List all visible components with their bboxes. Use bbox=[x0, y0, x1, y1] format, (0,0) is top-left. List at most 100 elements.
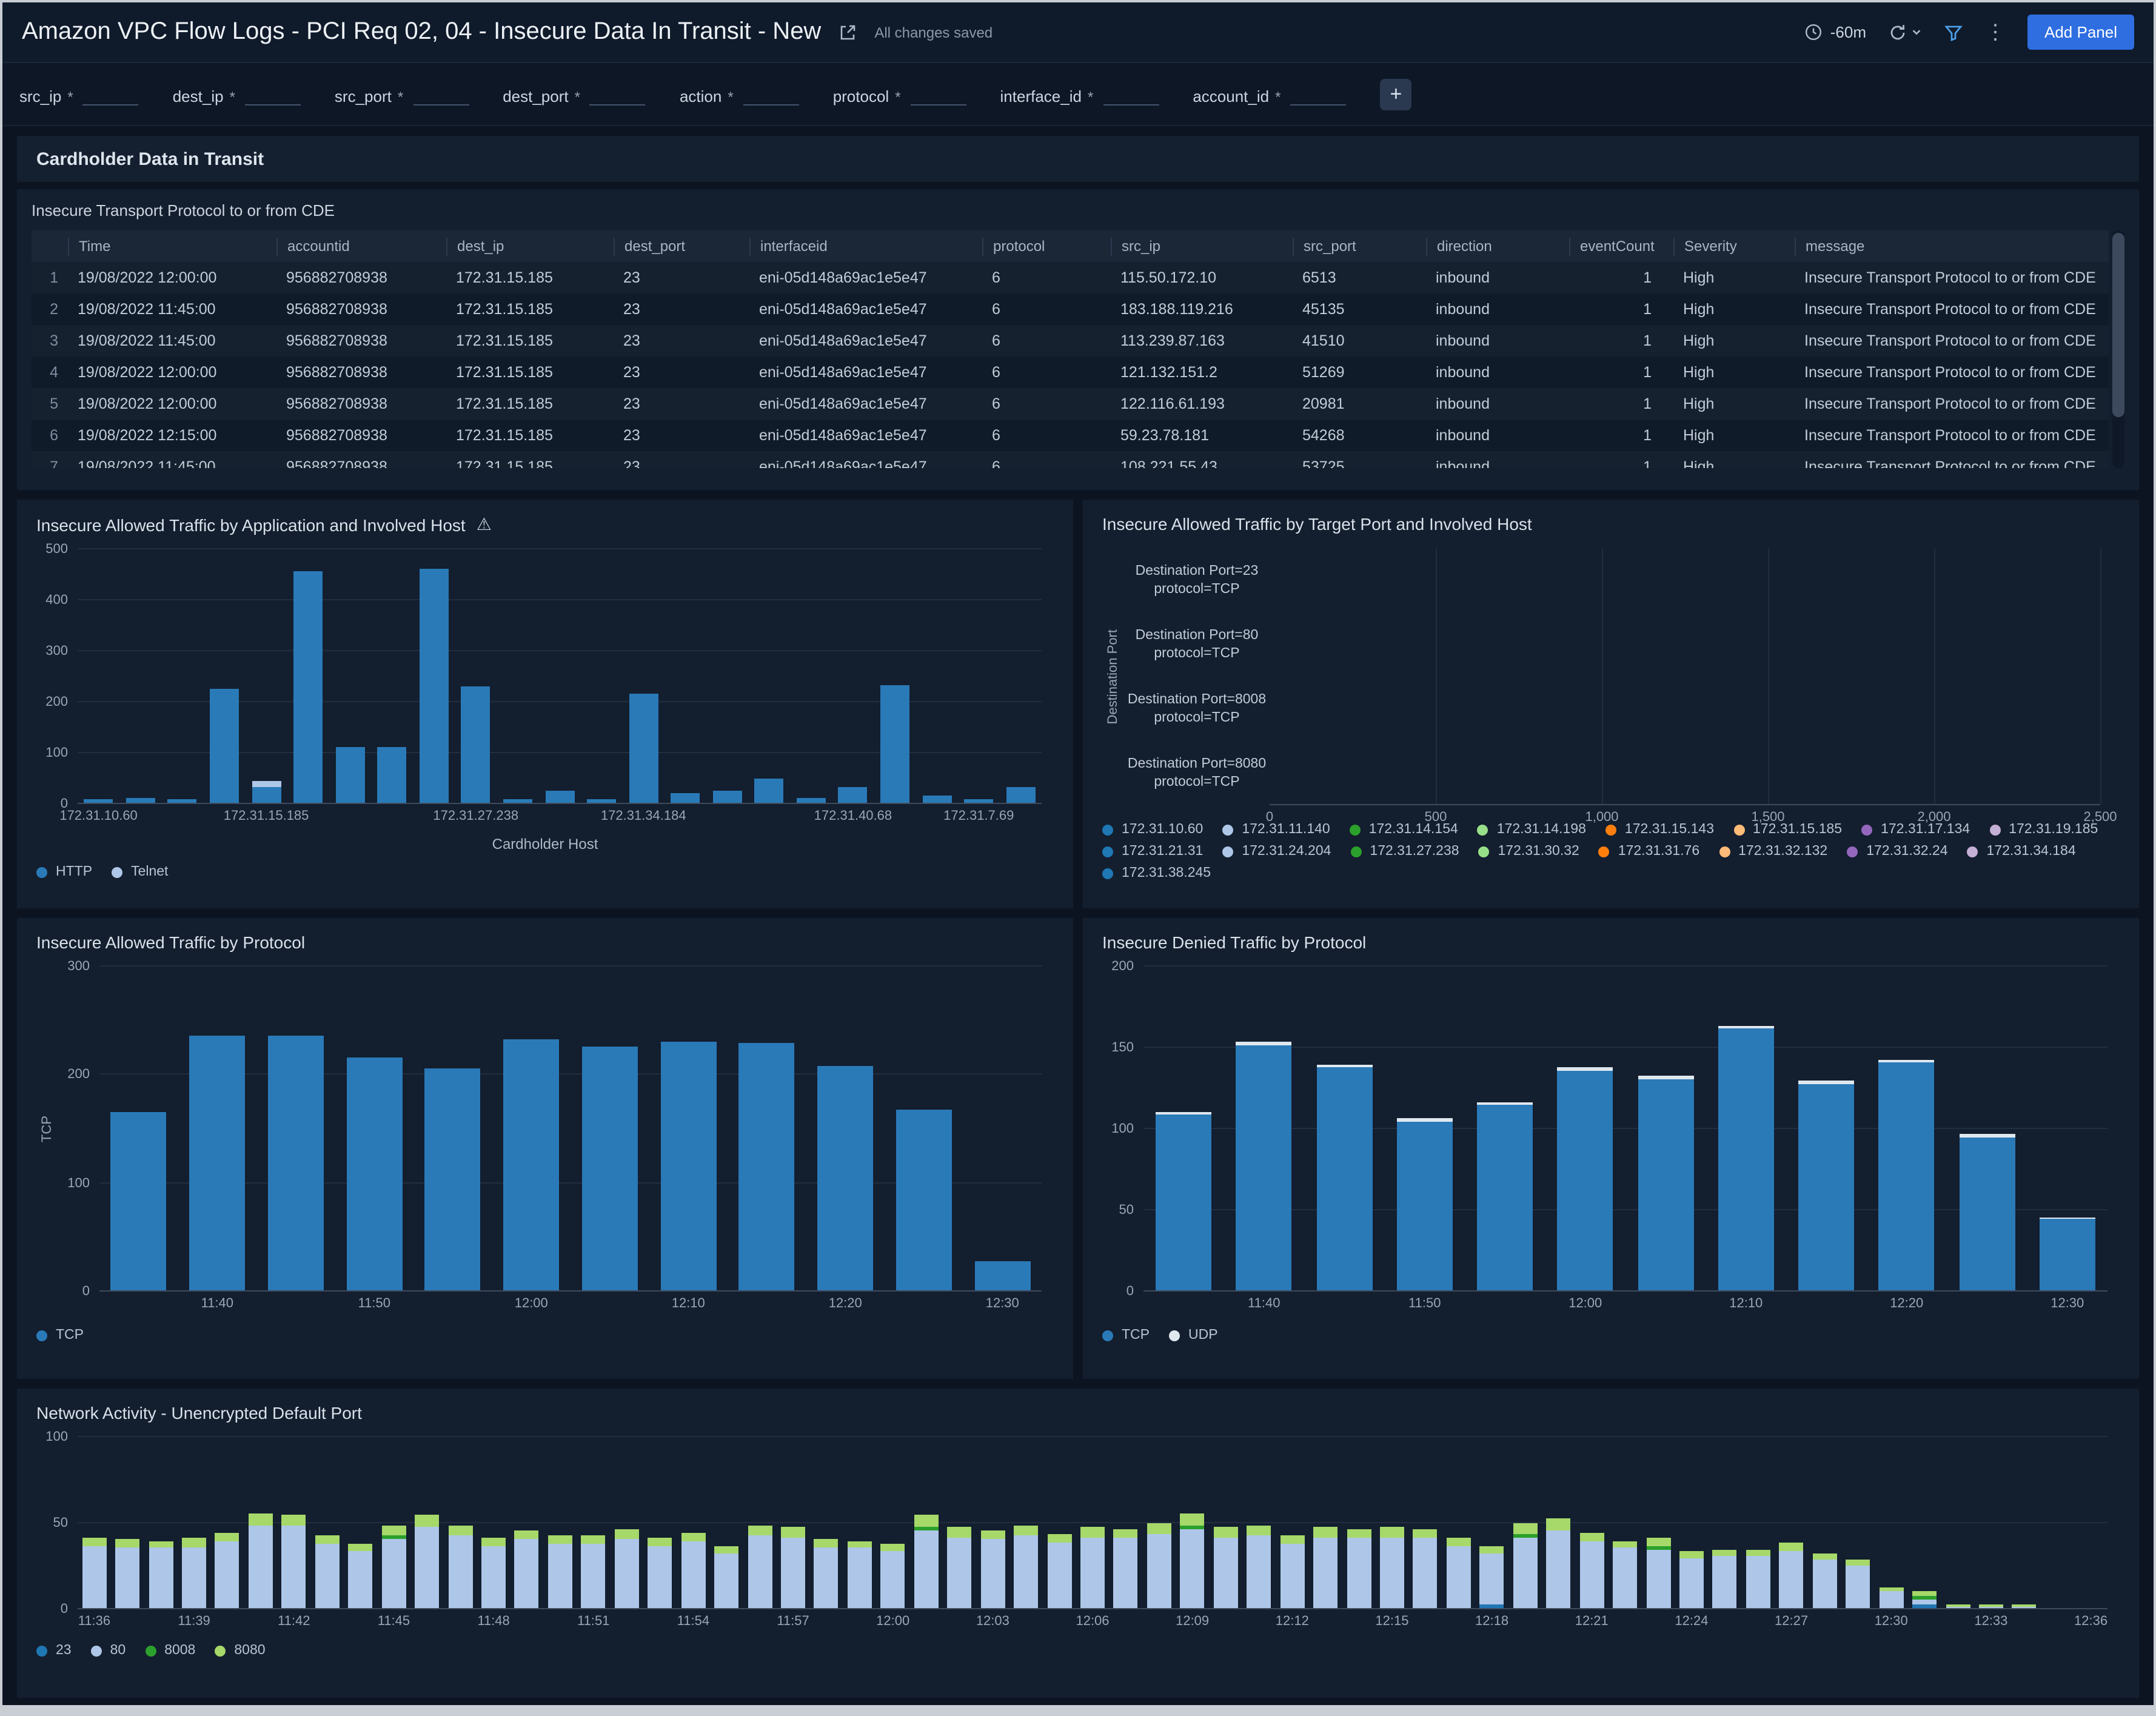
filter-fields: src_ip*dest_ip*src_port*dest_port*action… bbox=[19, 83, 1380, 105]
legend-item-Telnet[interactable]: Telnet bbox=[112, 865, 168, 879]
legend-item-172.31.31.76[interactable]: 172.31.31.76 bbox=[1599, 844, 1699, 859]
column-header-eventCount[interactable]: eventCount bbox=[1569, 237, 1673, 255]
legend-item-23[interactable]: 23 bbox=[36, 1643, 72, 1658]
bar-segment-TCP bbox=[425, 1068, 481, 1290]
table-row[interactable]: 319/08/2022 11:45:00956882708938172.31.1… bbox=[32, 325, 2109, 357]
cell-src_ip: 108.221.55.43 bbox=[1111, 458, 1293, 468]
chart-plot[interactable]: 05001,0001,5002,0002,500 bbox=[1270, 548, 2100, 805]
chart-plot[interactable]: 11:4011:5012:0012:1012:2012:30 bbox=[1143, 967, 2107, 1292]
time-range-value: -60m bbox=[1830, 23, 1866, 41]
legend-item-HTTP[interactable]: HTTP bbox=[36, 865, 92, 879]
required-asterisk: * bbox=[1088, 88, 1093, 105]
column-header-message[interactable]: message bbox=[1795, 237, 2109, 255]
filter-input-dest_port[interactable] bbox=[590, 83, 646, 105]
column-header-dest_port[interactable]: dest_port bbox=[614, 237, 749, 255]
column-header-direction[interactable]: direction bbox=[1426, 237, 1569, 255]
table-scrollbar-thumb[interactable] bbox=[2112, 233, 2124, 417]
legend-item-TCP[interactable]: TCP bbox=[1102, 1328, 1150, 1342]
legend-item-172.31.15.185[interactable]: 172.31.15.185 bbox=[1733, 822, 1842, 837]
column-header-protocol[interactable]: protocol bbox=[982, 237, 1111, 255]
filter-input-src_port[interactable] bbox=[413, 83, 469, 105]
column-header-src_ip[interactable]: src_ip bbox=[1111, 237, 1293, 255]
share-icon[interactable] bbox=[838, 22, 857, 42]
time-range-selector[interactable]: -60m bbox=[1805, 23, 1866, 41]
legend-item-172.31.14.198[interactable]: 172.31.14.198 bbox=[1478, 822, 1586, 837]
kebab-menu[interactable]: ⋮ bbox=[1985, 22, 2006, 42]
legend-item-UDP[interactable]: UDP bbox=[1169, 1328, 1218, 1342]
chart-target-port[interactable]: Destination PortDestination Port=23 prot… bbox=[1102, 548, 2120, 805]
chart-network-activity[interactable]: 05010011:3611:3911:4211:4511:4811:5111:5… bbox=[36, 1437, 2120, 1609]
bar-segment-80 bbox=[2012, 1606, 2037, 1608]
bar bbox=[415, 1515, 439, 1608]
chart-plot[interactable]: 11:3611:3911:4211:4511:4811:5111:5411:57… bbox=[78, 1437, 2107, 1609]
legend-item-172.31.30.32[interactable]: 172.31.30.32 bbox=[1479, 844, 1579, 859]
table-row[interactable]: 419/08/2022 12:00:00956882708938172.31.1… bbox=[32, 357, 2109, 388]
bar-segment-8080 bbox=[415, 1515, 439, 1527]
filter-input-action[interactable] bbox=[743, 83, 799, 105]
panel-title: Insecure Allowed Traffic by Protocol bbox=[36, 933, 305, 952]
table-row[interactable]: 219/08/2022 11:45:00956882708938172.31.1… bbox=[32, 293, 2109, 325]
legend-item-172.31.38.245[interactable]: 172.31.38.245 bbox=[1102, 866, 1211, 880]
add-filter-button[interactable]: + bbox=[1380, 78, 1411, 110]
cell-dest_port: 23 bbox=[614, 458, 749, 468]
cell-Time: 19/08/2022 11:45:00 bbox=[68, 301, 276, 318]
chart-denied-protocol[interactable]: 05010015020011:4011:5012:0012:1012:2012:… bbox=[1102, 967, 2120, 1292]
legend-item-172.31.19.185[interactable]: 172.31.19.185 bbox=[1989, 822, 2098, 837]
table-row[interactable]: 619/08/2022 12:15:00956882708938172.31.1… bbox=[32, 420, 2109, 451]
bar-segment-80 bbox=[1646, 1549, 1670, 1608]
filter-input-dest_ip[interactable] bbox=[245, 83, 301, 105]
bar bbox=[581, 1536, 606, 1608]
legend-item-172.31.15.143[interactable]: 172.31.15.143 bbox=[1605, 822, 1714, 837]
clock-icon bbox=[1805, 23, 1823, 41]
legend-item-8008[interactable]: 8008 bbox=[145, 1643, 195, 1658]
column-header-Time[interactable]: Time bbox=[68, 237, 276, 255]
table-header-row: Timeaccountiddest_ipdest_portinterfaceid… bbox=[32, 230, 2109, 262]
column-header-src_port[interactable]: src_port bbox=[1293, 237, 1426, 255]
chart-plot[interactable]: 172.31.10.60172.31.15.185172.31.27.23817… bbox=[78, 549, 1042, 804]
bar bbox=[189, 1036, 245, 1290]
column-header-Severity[interactable]: Severity bbox=[1673, 237, 1795, 255]
legend-item-172.31.27.238[interactable]: 172.31.27.238 bbox=[1350, 844, 1459, 859]
filter-input-protocol[interactable] bbox=[911, 83, 966, 105]
legend-item-172.31.10.60[interactable]: 172.31.10.60 bbox=[1102, 822, 1203, 837]
chart-app-host[interactable]: 0100200300400500172.31.10.60172.31.15.18… bbox=[36, 549, 1054, 804]
table-row[interactable]: 719/08/2022 11:45:00956882708938172.31.1… bbox=[32, 451, 2109, 468]
cell-src_port: 53725 bbox=[1293, 458, 1426, 468]
legend-item-172.31.34.184[interactable]: 172.31.34.184 bbox=[1967, 844, 2076, 859]
bar bbox=[1779, 1543, 1804, 1608]
legend-item-8080[interactable]: 8080 bbox=[215, 1643, 265, 1658]
filter-input-account_id[interactable] bbox=[1290, 83, 1346, 105]
legend-label: 172.31.31.76 bbox=[1618, 844, 1699, 859]
filter-input-interface_id[interactable] bbox=[1103, 83, 1159, 105]
legend-item-TCP[interactable]: TCP bbox=[36, 1328, 84, 1342]
legend-item-80[interactable]: 80 bbox=[91, 1643, 126, 1658]
warning-icon[interactable]: ⚠ bbox=[477, 514, 492, 535]
bar bbox=[1798, 1081, 1854, 1290]
legend-item-172.31.17.134[interactable]: 172.31.17.134 bbox=[1861, 822, 1970, 837]
legend-dot bbox=[1605, 824, 1616, 835]
legend-item-172.31.32.24[interactable]: 172.31.32.24 bbox=[1847, 844, 1947, 859]
legend-item-172.31.11.140[interactable]: 172.31.11.140 bbox=[1222, 822, 1330, 837]
legend-item-172.31.24.204[interactable]: 172.31.24.204 bbox=[1222, 844, 1331, 859]
cell-protocol: 6 bbox=[982, 427, 1111, 444]
add-panel-button[interactable]: Add Panel bbox=[2027, 15, 2134, 50]
cell-interfaceid: eni-05d148a69ac1e5e47 bbox=[749, 395, 982, 412]
table-row[interactable]: 519/08/2022 12:00:00956882708938172.31.1… bbox=[32, 388, 2109, 420]
chart-plot[interactable]: 11:4011:5012:0012:1012:2012:30 bbox=[99, 967, 1042, 1292]
bar-segment-80 bbox=[182, 1548, 206, 1608]
column-header-dest_ip[interactable]: dest_ip bbox=[446, 237, 614, 255]
table-row[interactable]: 119/08/2022 12:00:00956882708938172.31.1… bbox=[32, 262, 2109, 293]
filter-icon[interactable] bbox=[1944, 22, 1963, 42]
legend-item-172.31.32.132[interactable]: 172.31.32.132 bbox=[1719, 844, 1827, 859]
bar bbox=[1413, 1529, 1438, 1608]
legend-item-172.31.21.31[interactable]: 172.31.21.31 bbox=[1102, 844, 1203, 859]
column-header-interfaceid[interactable]: interfaceid bbox=[749, 237, 982, 255]
refresh-button[interactable] bbox=[1888, 22, 1922, 42]
bar-segment-80 bbox=[881, 1551, 905, 1608]
column-header-accountid[interactable]: accountid bbox=[276, 237, 446, 255]
bar bbox=[1912, 1591, 1937, 1608]
bar-segment-80 bbox=[1879, 1591, 1903, 1608]
y-axis: 0100200300400500 bbox=[36, 549, 78, 804]
chart-allowed-protocol[interactable]: TCP010020030011:4011:5012:0012:1012:2012… bbox=[36, 967, 1054, 1292]
filter-input-src_ip[interactable] bbox=[83, 83, 139, 105]
